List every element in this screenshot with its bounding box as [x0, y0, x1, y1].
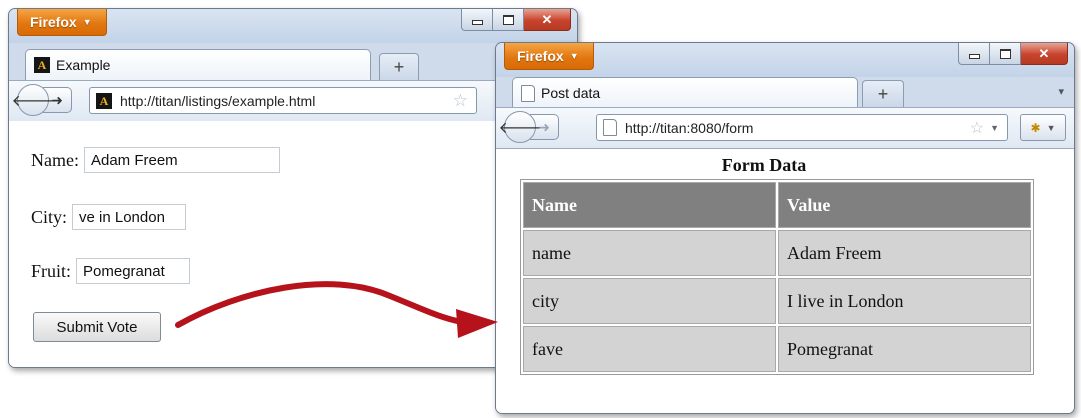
name-label: Name: — [31, 149, 79, 170]
url-text: http://titan/listings/example.html — [120, 92, 316, 109]
table-cell: Adam Freem — [778, 230, 1031, 276]
plus-icon: + — [393, 57, 405, 77]
addon-icon: ✱ — [1030, 120, 1041, 135]
minimize-button[interactable] — [958, 43, 990, 65]
browser-window-post-data: Firefox ▼ ✕ Post data + ▾ 🡐 ➜ http://tit… — [495, 42, 1075, 414]
form-data-table-wrap: Name Value name Adam Freem city I live i… — [520, 179, 1034, 375]
tab-list-chevron-icon[interactable]: ▾ — [1058, 85, 1064, 98]
bookmark-star-icon[interactable]: ☆ — [970, 118, 984, 138]
page-content: Name: City: Fruit: Submit Vote — [9, 121, 577, 367]
fruit-input[interactable] — [76, 258, 191, 284]
form-data-table: Name Value name Adam Freem city I live i… — [520, 179, 1034, 375]
url-bar[interactable]: http://titan:8080/form ☆ ▼ — [596, 114, 1008, 141]
back-forward-group: 🡐 ➜ — [12, 84, 72, 116]
back-arrow-icon: 🡐 — [11, 92, 55, 110]
document-icon — [603, 119, 617, 136]
site-favicon-icon: A — [34, 57, 50, 73]
table-cell: name — [523, 230, 776, 276]
url-text: http://titan:8080/form — [625, 119, 754, 136]
fruit-label: Fruit: — [31, 260, 72, 281]
tab-post-data[interactable]: Post data — [512, 77, 858, 108]
name-row: Name: — [31, 147, 280, 173]
close-button[interactable]: ✕ — [1021, 43, 1068, 65]
new-tab-button[interactable]: + — [379, 53, 419, 81]
table-cell: city — [523, 278, 776, 324]
maximize-icon — [999, 48, 1011, 59]
column-header-value: Value — [778, 182, 1031, 228]
table-row: city I live in London — [523, 278, 1031, 324]
table-cell: fave — [523, 326, 776, 372]
navigation-bar: 🡐 ➜ http://titan:8080/form ☆ ▼ ✱ ▼ — [496, 107, 1074, 149]
url-bar[interactable]: A http://titan/listings/example.html ☆ — [89, 87, 477, 114]
submit-vote-button[interactable]: Submit Vote — [33, 312, 161, 342]
site-identity-icon: A — [96, 92, 112, 109]
table-header-row: Name Value — [523, 182, 1031, 228]
window-controls: ✕ — [958, 43, 1068, 65]
column-header-name: Name — [523, 182, 776, 228]
close-button[interactable]: ✕ — [524, 9, 571, 31]
tab-title: Example — [56, 57, 111, 73]
navigation-bar: 🡐 ➜ A http://titan/listings/example.html… — [9, 80, 577, 122]
name-input[interactable] — [83, 147, 280, 173]
firefox-menu-button[interactable]: Firefox ▼ — [504, 43, 594, 70]
plus-icon: + — [877, 84, 889, 104]
close-icon: ✕ — [1038, 45, 1050, 61]
tab-title: Post data — [541, 85, 601, 101]
table-title: Form Data — [721, 155, 807, 175]
bookmark-controls: ☆ ▼ — [970, 118, 999, 138]
city-input[interactable] — [72, 204, 187, 230]
back-arrow-icon: 🡐 — [498, 119, 542, 137]
back-forward-group: 🡐 ➜ — [499, 111, 559, 143]
new-tab-button[interactable]: + — [862, 80, 904, 108]
fruit-row: Fruit: — [31, 258, 191, 284]
table-row: name Adam Freem — [523, 230, 1031, 276]
firefox-menu-label: Firefox — [30, 13, 77, 30]
table-row: fave Pomegranat — [523, 326, 1031, 372]
city-row: City: — [31, 204, 187, 230]
minimize-button[interactable] — [461, 9, 493, 31]
table-cell: I live in London — [778, 278, 1031, 324]
back-button[interactable]: 🡐 — [12, 84, 54, 116]
chevron-down-icon: ▼ — [1046, 122, 1056, 133]
chevron-down-icon: ▼ — [82, 16, 92, 27]
maximize-icon — [502, 14, 514, 25]
city-label: City: — [31, 206, 68, 227]
bookmark-star-icon[interactable]: ☆ — [453, 91, 468, 111]
browser-window-example: Firefox ▼ ✕ A Example + 🡐 ➜ A http://tit… — [8, 8, 578, 368]
minimize-icon — [968, 54, 980, 59]
addon-button[interactable]: ✱ ▼ — [1020, 114, 1066, 141]
window-controls: ✕ — [461, 9, 571, 31]
tab-example[interactable]: A Example — [25, 49, 371, 80]
maximize-button[interactable] — [493, 9, 524, 31]
chevron-down-icon: ▼ — [569, 50, 579, 61]
firefox-menu-label: Firefox — [517, 47, 564, 64]
table-cell: Pomegranat — [778, 326, 1031, 372]
page-content: Form Data Name Value name Adam Freem cit… — [496, 149, 1074, 413]
close-icon: ✕ — [541, 11, 553, 27]
document-icon — [521, 84, 535, 102]
maximize-button[interactable] — [990, 43, 1021, 65]
back-button[interactable]: 🡐 — [499, 111, 541, 143]
firefox-menu-button[interactable]: Firefox ▼ — [17, 9, 107, 36]
history-dropdown-icon[interactable]: ▼ — [990, 123, 999, 133]
minimize-icon — [471, 20, 483, 25]
